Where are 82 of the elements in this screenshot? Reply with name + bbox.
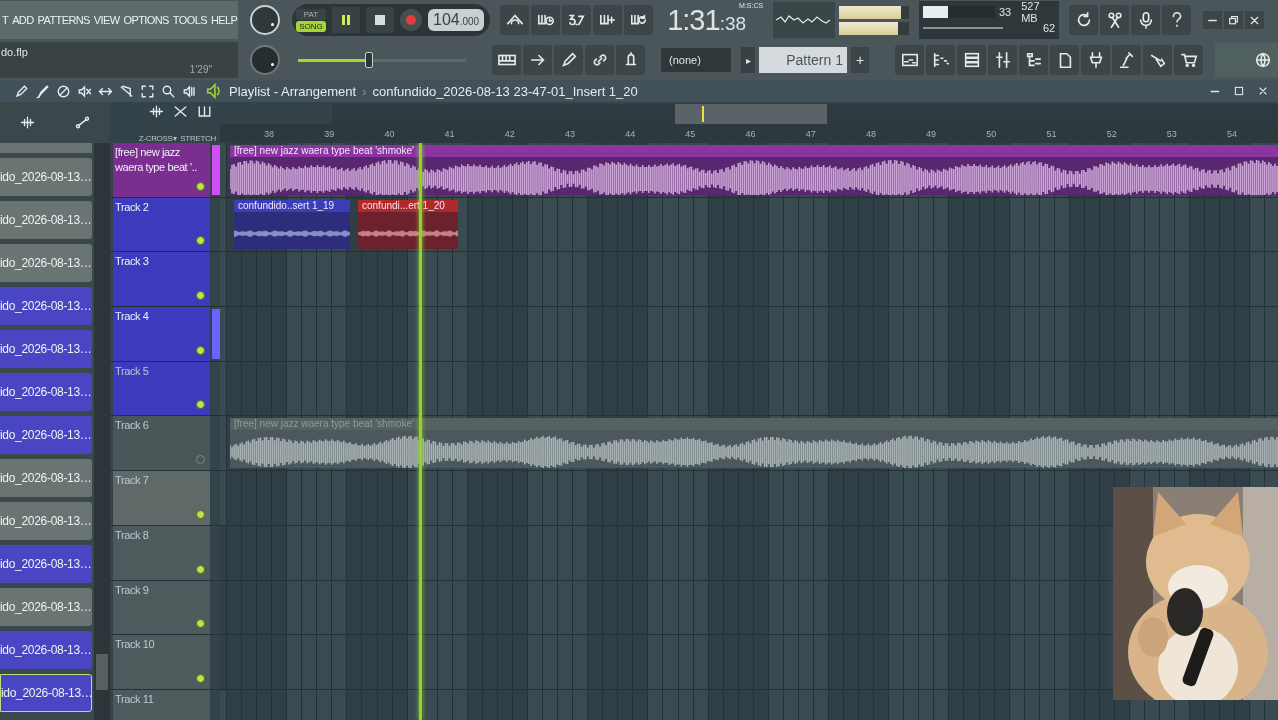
pattern-arrow-button[interactable]: ▸ bbox=[741, 47, 755, 73]
bar-number: 46 bbox=[745, 128, 757, 139]
menu-item[interactable]: HELP bbox=[210, 14, 238, 26]
track-header[interactable]: Track 7 bbox=[113, 471, 210, 525]
add-pattern-button[interactable]: + bbox=[851, 47, 869, 73]
track-header[interactable]: Track 9 bbox=[113, 580, 210, 635]
browser-item[interactable]: ido_2026-08-13… bbox=[0, 158, 92, 196]
menu-item[interactable]: OPTIONS bbox=[123, 14, 169, 26]
browser-item[interactable]: ido_2026-08-13… bbox=[0, 287, 92, 325]
bar-number: 51 bbox=[1046, 128, 1058, 139]
menu-item[interactable]: ADD bbox=[12, 14, 34, 26]
track-name: Track 4 bbox=[115, 309, 150, 325]
audio-clip[interactable]: confundi...ert 1_20 bbox=[358, 199, 458, 250]
browser-item[interactable]: ido_2026-08-13… bbox=[0, 631, 92, 669]
voice-count: 33 bbox=[998, 6, 1012, 18]
pattern-selector[interactable]: Pattern 1 bbox=[759, 47, 847, 73]
browser-item[interactable]: ido_2026-08-13… bbox=[0, 244, 92, 282]
bar-number: 43 bbox=[564, 128, 576, 139]
browser-item[interactable]: ido_2026-08-13… bbox=[0, 416, 92, 454]
clip-label: [free] new jazz waera type beat 'shmoke' bbox=[230, 145, 1278, 157]
bar-number: 49 bbox=[926, 128, 938, 139]
clip-label: confundido..sert 1_19 bbox=[234, 199, 350, 212]
mode-toggle[interactable]: PAT bbox=[296, 8, 326, 20]
bar-number: 54 bbox=[1227, 128, 1238, 139]
track-name: Track 9 bbox=[115, 582, 150, 598]
track-name: Track 6 bbox=[115, 418, 150, 434]
track-header[interactable]: Track 4 bbox=[113, 307, 210, 361]
bar-number: 52 bbox=[1106, 128, 1118, 139]
browser-item[interactable]: ido_2026-08-13… bbox=[0, 201, 92, 239]
track-header[interactable]: Track 6 bbox=[113, 416, 210, 471]
bar-number: 41 bbox=[444, 128, 456, 139]
mode-dropdown[interactable]: Z-CROSS▾ bbox=[138, 134, 177, 143]
track-header[interactable]: Track 8 bbox=[113, 525, 210, 580]
track-lane[interactable]: confundido..sert 1_19 confundi...ert 1_20 bbox=[220, 197, 1278, 252]
menu-item[interactable]: TOOLS bbox=[172, 14, 207, 26]
bar-number: 45 bbox=[685, 128, 697, 139]
menu-item[interactable]: VIEW bbox=[93, 14, 120, 26]
track-name: Track 8 bbox=[115, 527, 150, 543]
project-file: do.flp bbox=[1, 46, 28, 58]
track-name: Track 3 bbox=[115, 254, 150, 270]
browser-item[interactable]: ido_2026-08-13… bbox=[0, 545, 92, 583]
track-name: Track 7 bbox=[115, 473, 150, 489]
polyphony-count: 62 bbox=[1042, 22, 1056, 34]
track-header[interactable]: Track 3 bbox=[113, 252, 210, 307]
breadcrumb-separator: › bbox=[362, 83, 367, 99]
track-header[interactable]: Track 10 bbox=[113, 635, 210, 689]
browser-item[interactable]: ido_2026-08-13… bbox=[0, 459, 92, 497]
clip-name: confundido_2026-08-13 23-47-01_Insert 1_20 bbox=[372, 83, 638, 99]
mode-toggle[interactable]: SONG bbox=[296, 20, 326, 32]
track-header[interactable]: Track 11 bbox=[113, 689, 210, 720]
browser-item[interactable]: ido_2026-08-13… bbox=[0, 502, 92, 540]
bar-number: 47 bbox=[805, 128, 817, 139]
browser-item[interactable]: ido_2026-08-13… bbox=[0, 588, 92, 626]
tempo-field[interactable]: 104.000 bbox=[428, 9, 485, 31]
track-name: Track 10 bbox=[115, 637, 156, 653]
browser-item[interactable]: ido_2026-08-13… bbox=[0, 373, 92, 411]
clip-label: confundi...ert 1_20 bbox=[358, 199, 458, 212]
menu-item[interactable]: T bbox=[2, 14, 9, 26]
track-name: [free] new jazz waera type beat '.. bbox=[115, 145, 198, 175]
track-name: Track 5 bbox=[115, 363, 150, 379]
mode-dropdown[interactable]: STRETCH bbox=[180, 134, 216, 143]
channel-dropdown[interactable]: (none) bbox=[661, 48, 731, 72]
bar-number: 40 bbox=[384, 128, 396, 139]
browser-item[interactable]: ido_2026-08-13… bbox=[0, 674, 92, 712]
bar-number: 38 bbox=[264, 128, 275, 139]
track-header[interactable]: [free] new jazz waera type beat '.. bbox=[113, 143, 210, 197]
browser-item[interactable]: ido_2026-08-13… bbox=[0, 330, 92, 368]
track-header[interactable]: Track 5 bbox=[113, 361, 210, 416]
bar-number: 42 bbox=[504, 128, 516, 139]
hint-text: 1'29" bbox=[189, 64, 212, 75]
bar-number: 39 bbox=[324, 128, 336, 139]
bar-number: 44 bbox=[625, 128, 637, 139]
bar-number: 53 bbox=[1166, 128, 1178, 139]
menu-item[interactable]: PATTERNS bbox=[37, 14, 90, 26]
bar-number: 50 bbox=[986, 128, 998, 139]
audio-clip[interactable]: confundido..sert 1_19 bbox=[234, 199, 350, 250]
track-name: Track 2 bbox=[115, 199, 150, 215]
window-title: Playlist - Arrangement bbox=[229, 83, 357, 99]
bar-number: 48 bbox=[865, 128, 877, 139]
memory-usage: 527 MB bbox=[1021, 0, 1041, 24]
track-header[interactable]: Track 2 bbox=[113, 197, 210, 252]
track-name: Track 11 bbox=[115, 691, 155, 707]
